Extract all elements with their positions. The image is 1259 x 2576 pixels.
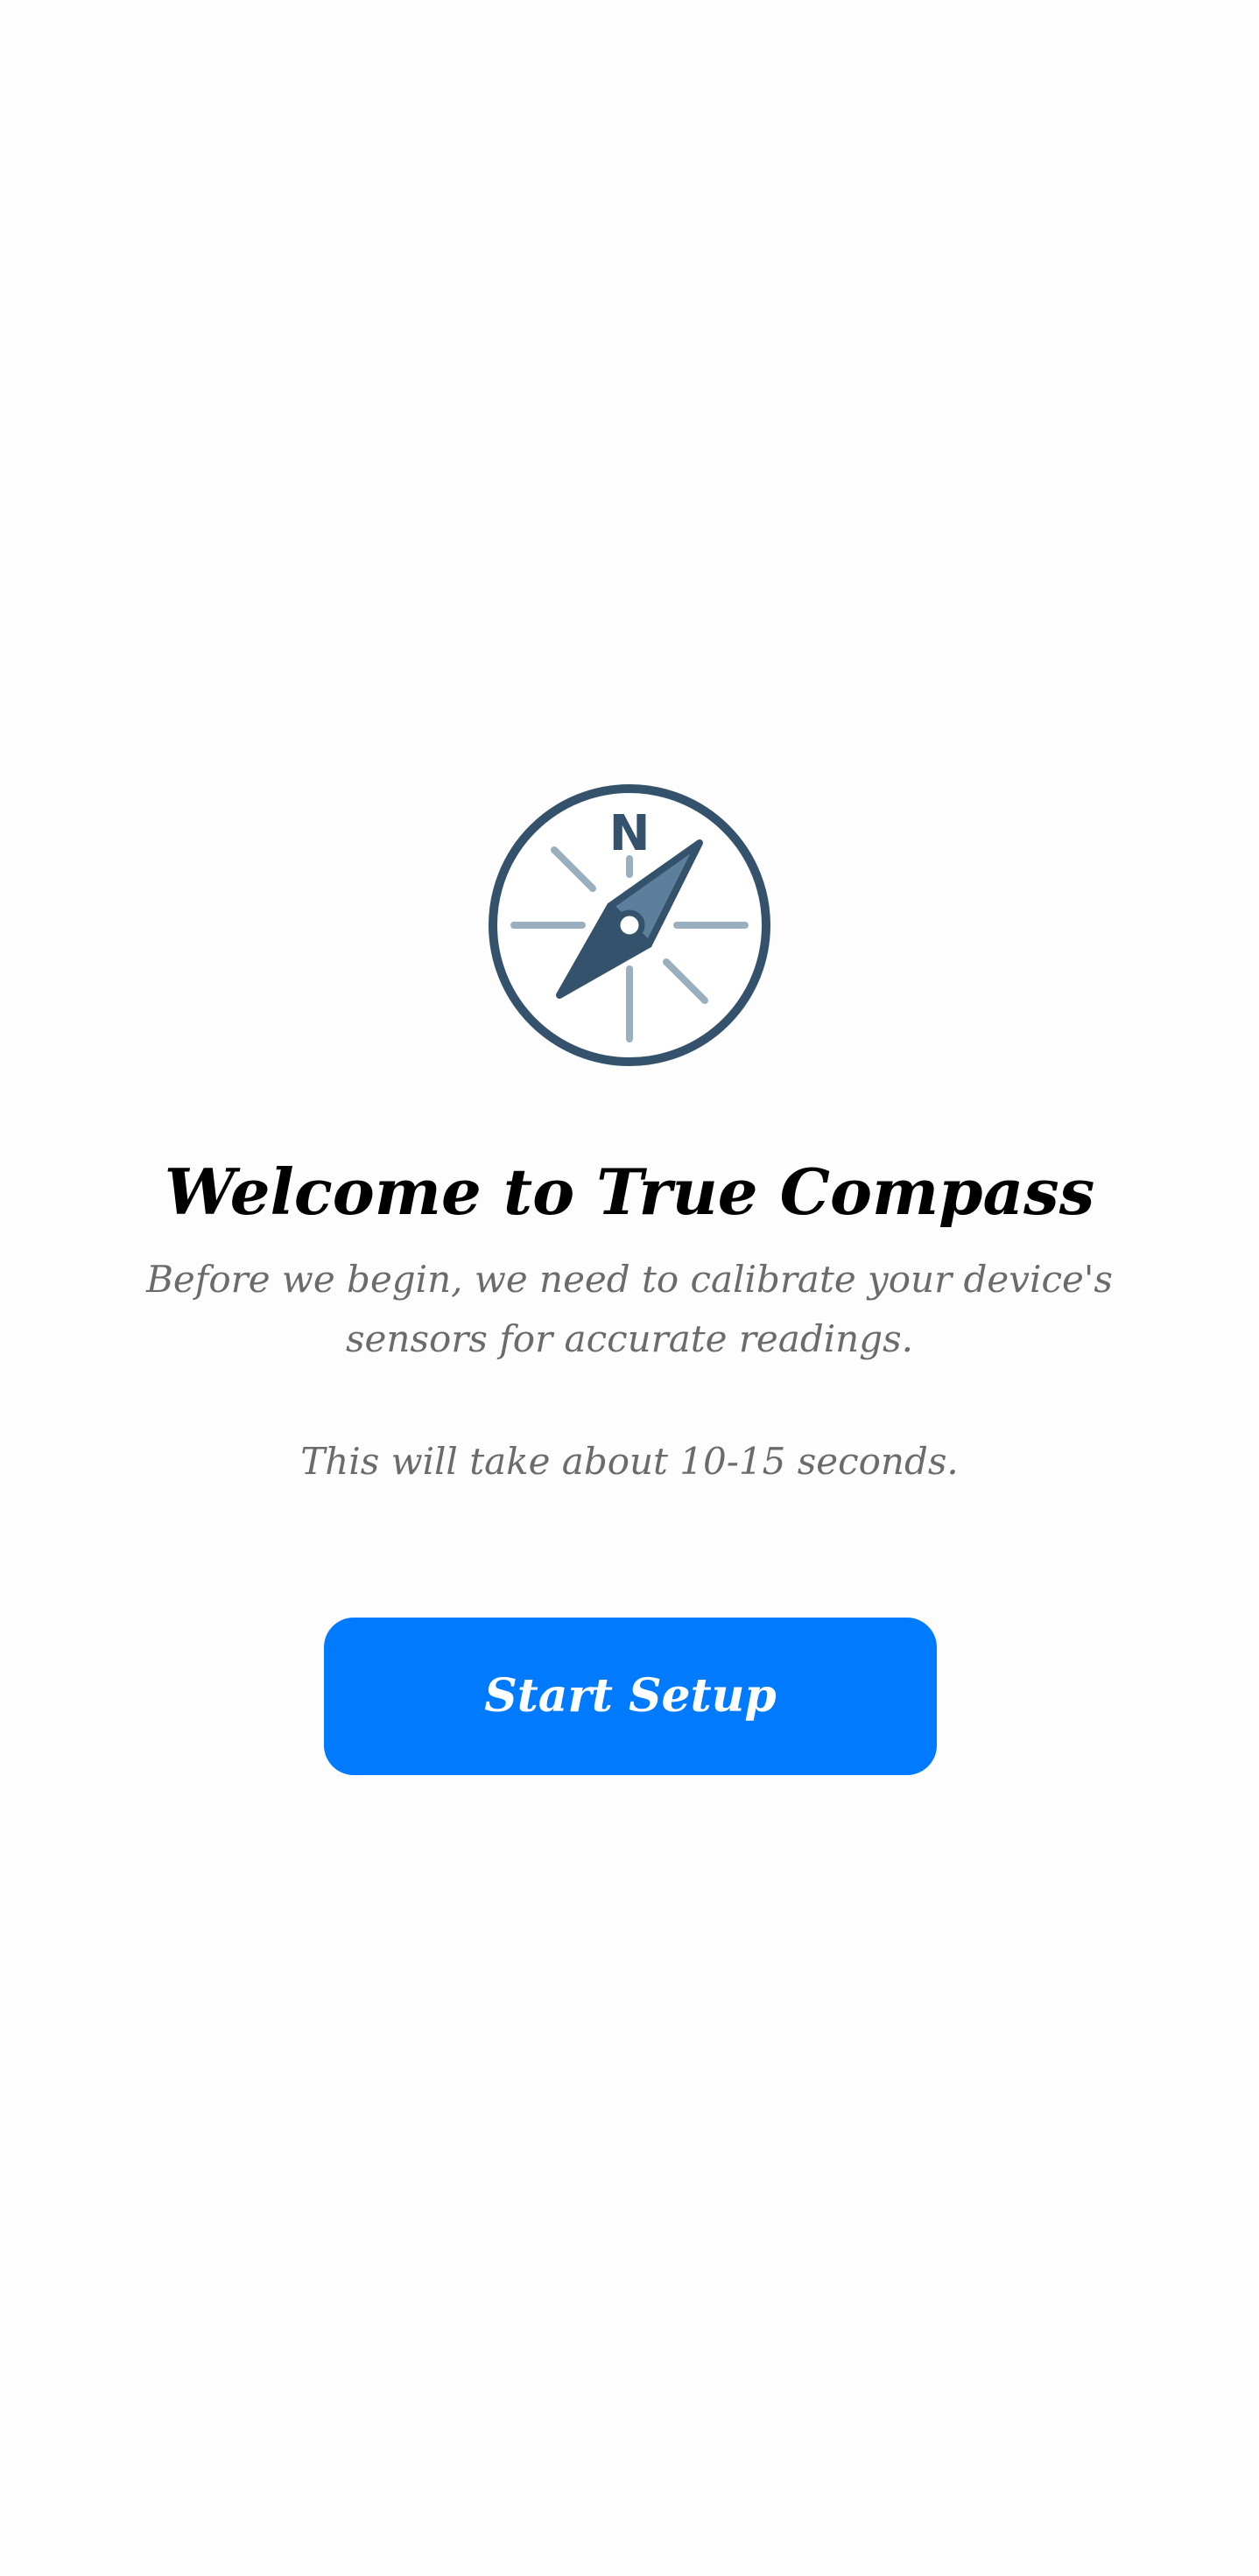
duration-note: This will take about 10-15 seconds. (300, 1440, 959, 1483)
north-label: N (609, 805, 651, 862)
compass-icon: N (489, 784, 770, 1066)
calibration-description: Before we begin, we need to calibrate yo… (146, 1258, 1113, 1360)
start-setup-button[interactable]: Start Setup (324, 1618, 937, 1775)
needle-pivot (614, 909, 645, 941)
welcome-title: Welcome to True Compass (164, 1155, 1095, 1229)
